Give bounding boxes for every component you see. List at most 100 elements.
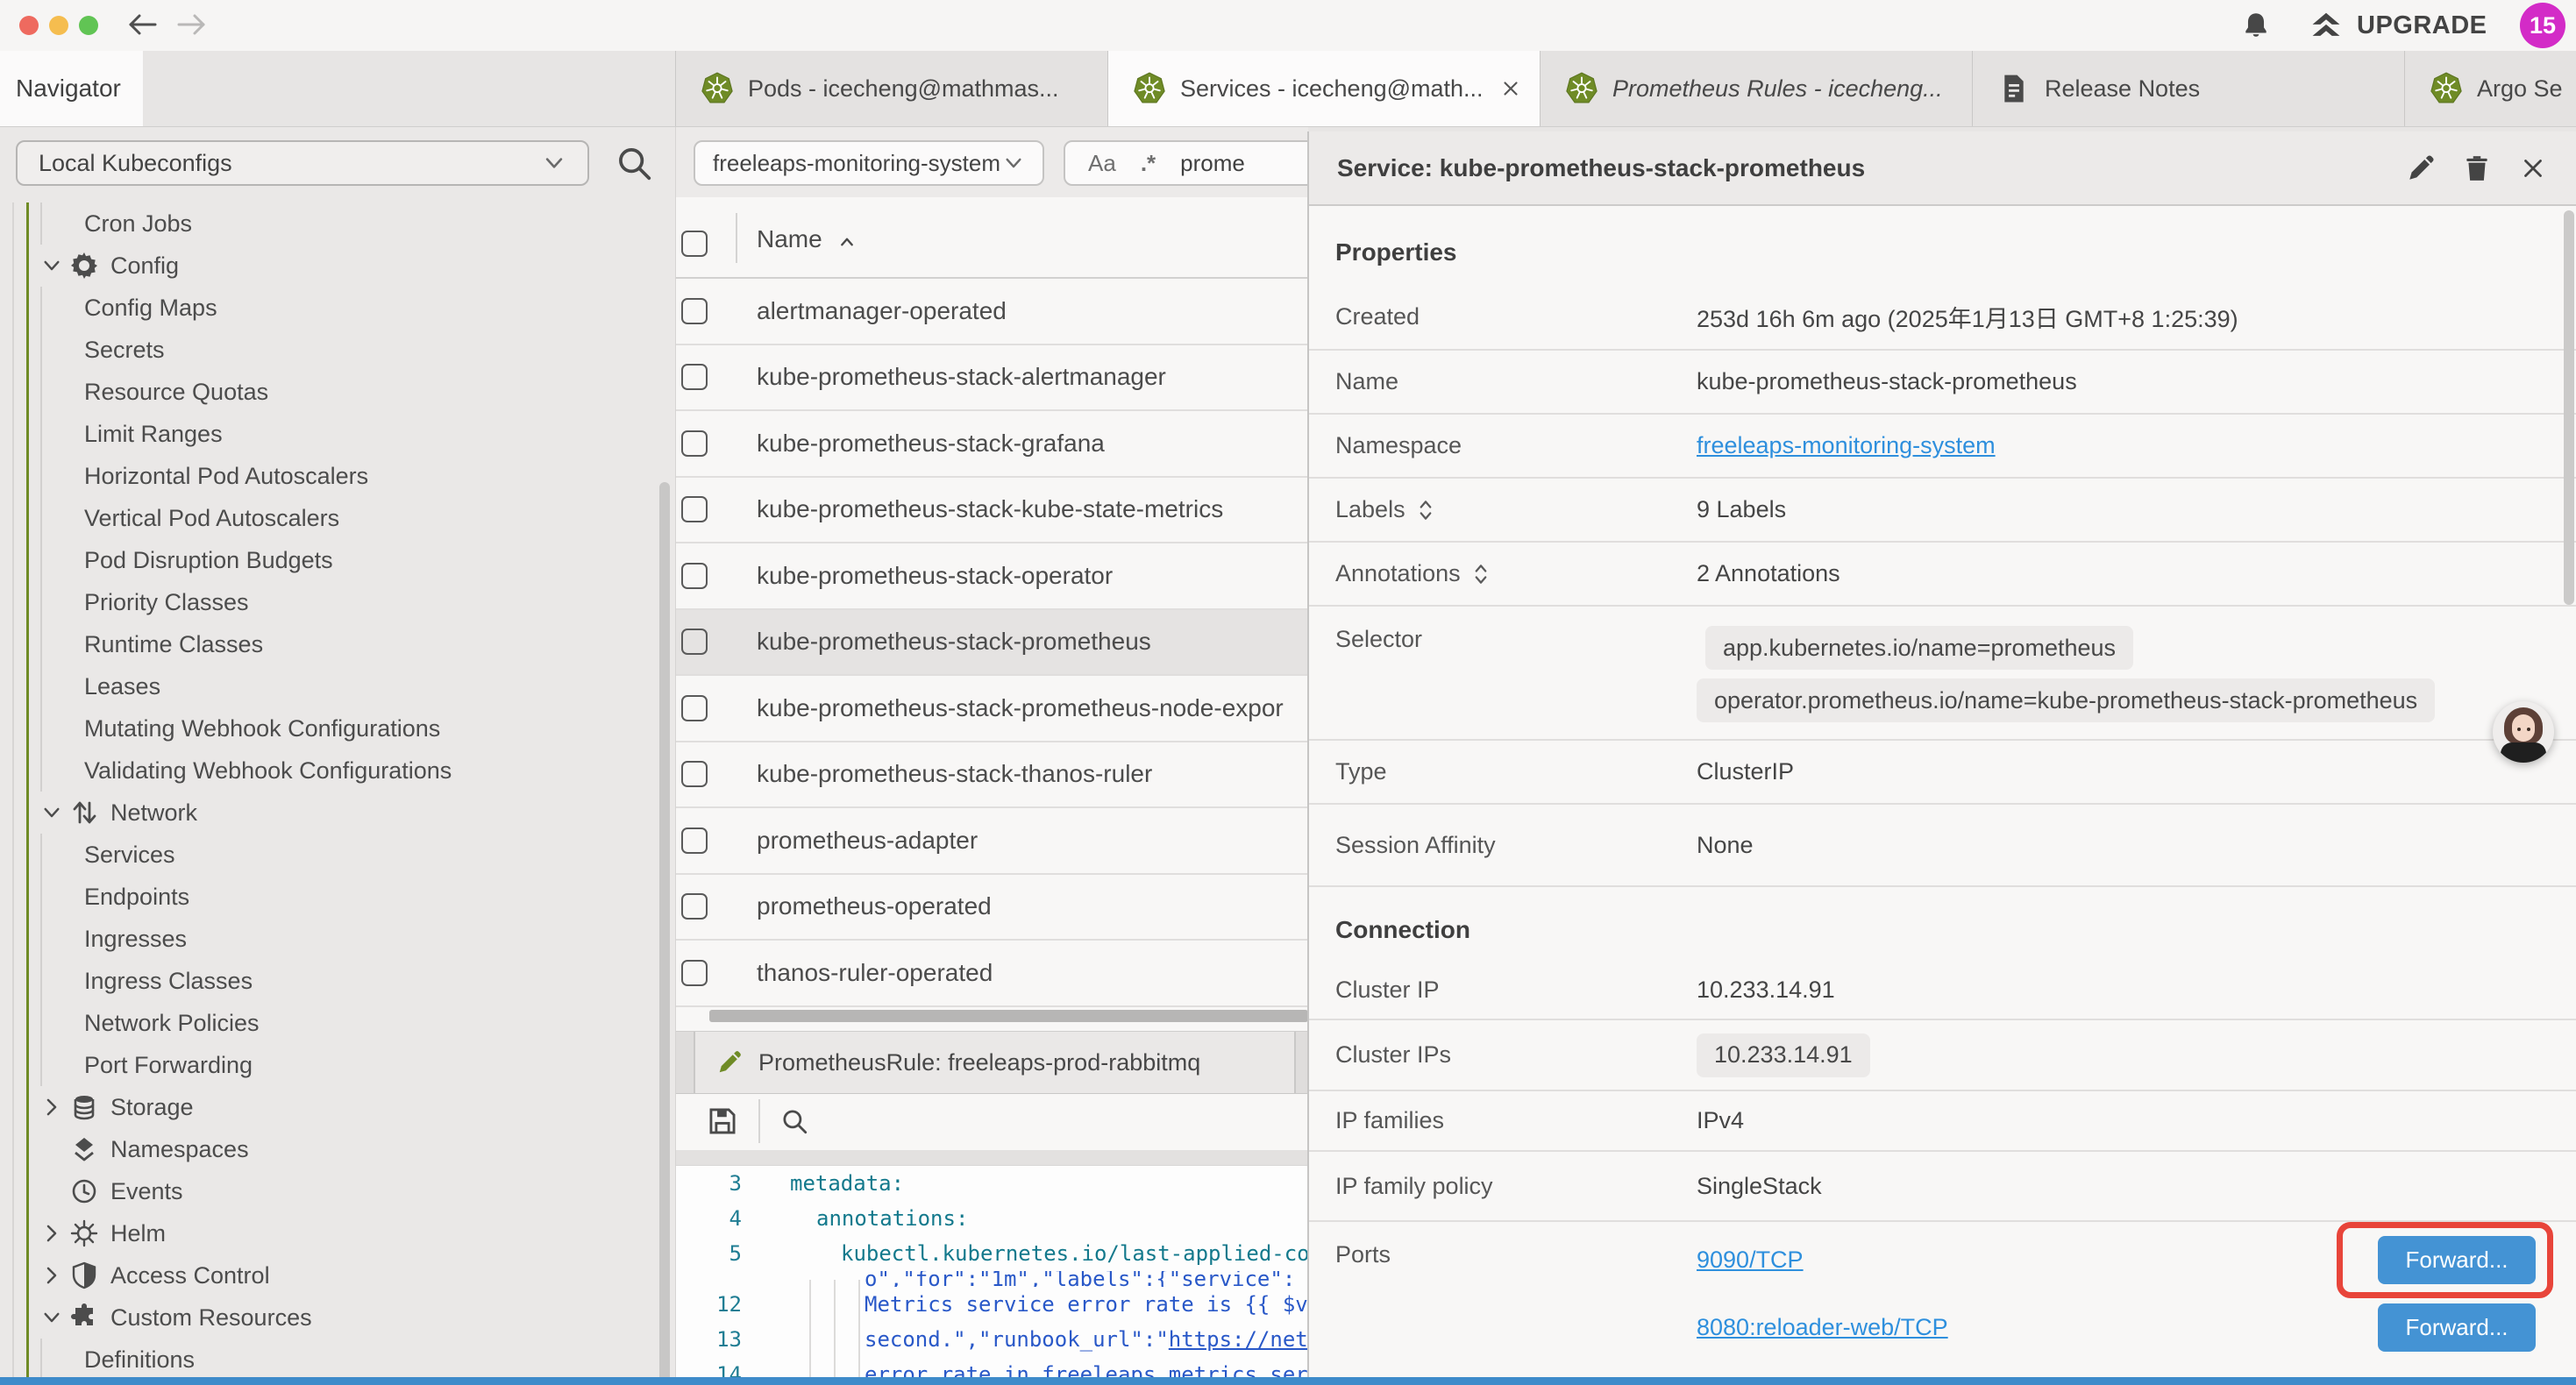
namespace-selector[interactable]: freeleaps-monitoring-system	[694, 140, 1044, 186]
sidebar-item[interactable]: Validating Webhook Configurations	[0, 749, 675, 792]
expand-sort-icon[interactable]	[1416, 498, 1435, 522]
traffic-light-maximize[interactable]	[79, 16, 98, 35]
regex-toggle[interactable]: .*	[1141, 150, 1156, 177]
port-link[interactable]: 8080:reloader-web/TCP	[1697, 1314, 1948, 1341]
sidebar-item[interactable]: Network	[0, 792, 675, 834]
sidebar-item[interactable]: Endpoints	[0, 876, 675, 918]
row-checkbox[interactable]	[681, 364, 708, 390]
row-checkbox[interactable]	[681, 893, 708, 920]
close-icon[interactable]	[2518, 153, 2548, 183]
sidebar-item[interactable]: Vertical Pod Autoscalers	[0, 497, 675, 539]
code-line[interactable]: 4 annotations:	[676, 1201, 1308, 1236]
match-case-toggle[interactable]: Aa	[1088, 150, 1116, 177]
tree-chevron-icon[interactable]	[40, 1264, 63, 1287]
sidebar-item[interactable]: Secrets	[0, 329, 675, 371]
notifications-bell-icon[interactable]	[2241, 11, 2271, 40]
select-all-checkbox[interactable]	[681, 231, 708, 257]
tree-chevron-icon[interactable]	[40, 1306, 63, 1329]
port-link[interactable]: 9090/TCP	[1697, 1246, 1804, 1274]
sidebar-item[interactable]: Config	[0, 245, 675, 287]
tree-chevron-icon[interactable]	[40, 801, 63, 824]
details-scrollbar[interactable]	[2564, 210, 2574, 605]
services-search-input[interactable]: Aa .* prome	[1064, 140, 1308, 186]
table-row[interactable]: kube-prometheus-stack-prometheus-node-ex…	[676, 676, 1308, 742]
row-checkbox[interactable]	[681, 563, 708, 589]
code-line[interactable]: 12 Metrics service error rate is {{ $va	[676, 1287, 1308, 1322]
sidebar-item[interactable]: Horizontal Pod Autoscalers	[0, 455, 675, 497]
app-tab[interactable]: Argo Se	[2405, 51, 2576, 126]
labels-value[interactable]: 9 Labels	[1697, 496, 1786, 523]
row-checkbox[interactable]	[681, 827, 708, 854]
upgrade-button[interactable]: UPGRADE	[2309, 7, 2487, 44]
table-row[interactable]: kube-prometheus-stack-alertmanager	[676, 345, 1308, 412]
annotations-value[interactable]: 2 Annotations	[1697, 560, 1840, 587]
edit-pencil-icon[interactable]	[2406, 153, 2436, 183]
table-row[interactable]: kube-prometheus-stack-kube-state-metrics	[676, 478, 1308, 544]
tab-close-icon[interactable]	[1499, 77, 1522, 100]
sidebar-item[interactable]: Limit Ranges	[0, 413, 675, 455]
table-row[interactable]: prometheus-adapter	[676, 808, 1308, 875]
navigator-panel-tab[interactable]: Navigator	[0, 51, 143, 126]
sidebar-item[interactable]: Pod Disruption Budgets	[0, 539, 675, 581]
row-checkbox[interactable]	[681, 496, 708, 522]
table-row[interactable]: kube-prometheus-stack-thanos-ruler	[676, 742, 1308, 809]
sidebar-item[interactable]: Cron Jobs	[0, 202, 675, 245]
code-line[interactable]: 5 kubectl.kubernetes.io/last-applied-co	[676, 1236, 1308, 1271]
sidebar-item[interactable]: Leases	[0, 665, 675, 707]
table-row[interactable]: thanos-ruler-operated	[676, 941, 1308, 1007]
row-checkbox[interactable]	[681, 761, 708, 787]
traffic-light-close[interactable]	[19, 16, 39, 35]
traffic-light-minimize[interactable]	[49, 16, 68, 35]
delete-trash-icon[interactable]	[2462, 153, 2492, 183]
editor-tab[interactable]: PrometheusRule: freeleaps-prod-rabbitmq	[694, 1032, 1296, 1093]
code-line[interactable]: o","for":"1m","labels":{"service":	[676, 1271, 1308, 1287]
table-row[interactable]: prometheus-operated	[676, 875, 1308, 941]
sidebar-item[interactable]: Storage	[0, 1086, 675, 1128]
sidebar-item[interactable]: Helm	[0, 1212, 675, 1254]
app-tab[interactable]: Prometheus Rules - icecheng...	[1541, 51, 1973, 126]
table-row[interactable]: kube-prometheus-stack-grafana	[676, 411, 1308, 478]
sidebar-item[interactable]: Port Forwarding	[0, 1044, 675, 1086]
back-arrow-icon[interactable]	[125, 11, 160, 39]
tree-chevron-icon[interactable]	[40, 1096, 63, 1119]
row-checkbox[interactable]	[681, 960, 708, 986]
forward-button[interactable]: Forward...	[2378, 1236, 2536, 1284]
notification-count-badge[interactable]: 15	[2520, 3, 2565, 48]
yaml-editor[interactable]: 3 metadata: 4 annotations: 5 kubectl.kub…	[676, 1166, 1308, 1385]
sidebar-item[interactable]: Network Policies	[0, 1002, 675, 1044]
sidebar-item[interactable]: Events	[0, 1170, 675, 1212]
horizontal-scrollbar[interactable]	[709, 1010, 1308, 1022]
app-tab[interactable]: Pods - icecheng@mathmas...	[676, 51, 1108, 126]
save-icon[interactable]	[706, 1104, 739, 1138]
table-row[interactable]: kube-prometheus-stack-operator	[676, 543, 1308, 610]
table-row[interactable]: kube-prometheus-stack-prometheus	[676, 610, 1308, 677]
code-line[interactable]: 13 second.","runbook_url":"https://net	[676, 1322, 1308, 1357]
app-tab[interactable]: Services - icecheng@math...	[1108, 51, 1541, 126]
name-column-header[interactable]: Name	[757, 225, 822, 253]
tree-chevron-icon[interactable]	[40, 254, 63, 277]
sidebar-item[interactable]: Services	[0, 834, 675, 876]
row-checkbox[interactable]	[681, 695, 708, 721]
forward-arrow-icon[interactable]	[174, 11, 209, 39]
sidebar-item[interactable]: Priority Classes	[0, 581, 675, 623]
sort-ascending-icon[interactable]	[836, 231, 858, 253]
row-checkbox[interactable]	[681, 298, 708, 324]
expand-sort-icon[interactable]	[1471, 562, 1491, 586]
sidebar-item[interactable]: Runtime Classes	[0, 623, 675, 665]
forward-button[interactable]: Forward...	[2378, 1303, 2536, 1352]
sidebar-item[interactable]: Definitions	[0, 1339, 675, 1381]
code-line[interactable]: 3 metadata:	[676, 1166, 1308, 1201]
row-checkbox[interactable]	[681, 430, 708, 457]
sidebar-item[interactable]: Config Maps	[0, 287, 675, 329]
sidebar-item[interactable]: Ingress Classes	[0, 960, 675, 1002]
namespace-link[interactable]: freeleaps-monitoring-system	[1697, 432, 1996, 459]
sidebar-item[interactable]: Resource Quotas	[0, 371, 675, 413]
table-row[interactable]: alertmanager-operated	[676, 279, 1308, 345]
sidebar-item[interactable]: Ingresses	[0, 918, 675, 960]
sidebar-item[interactable]: Access Control	[0, 1254, 675, 1296]
sidebar-scrollbar[interactable]	[659, 482, 670, 1385]
editor-search-icon[interactable]	[779, 1106, 809, 1136]
sidebar-item[interactable]: Custom Resources	[0, 1296, 675, 1339]
kubeconfig-selector[interactable]: Local Kubeconfigs	[16, 140, 589, 186]
sidebar-item[interactable]: Namespaces	[0, 1128, 675, 1170]
